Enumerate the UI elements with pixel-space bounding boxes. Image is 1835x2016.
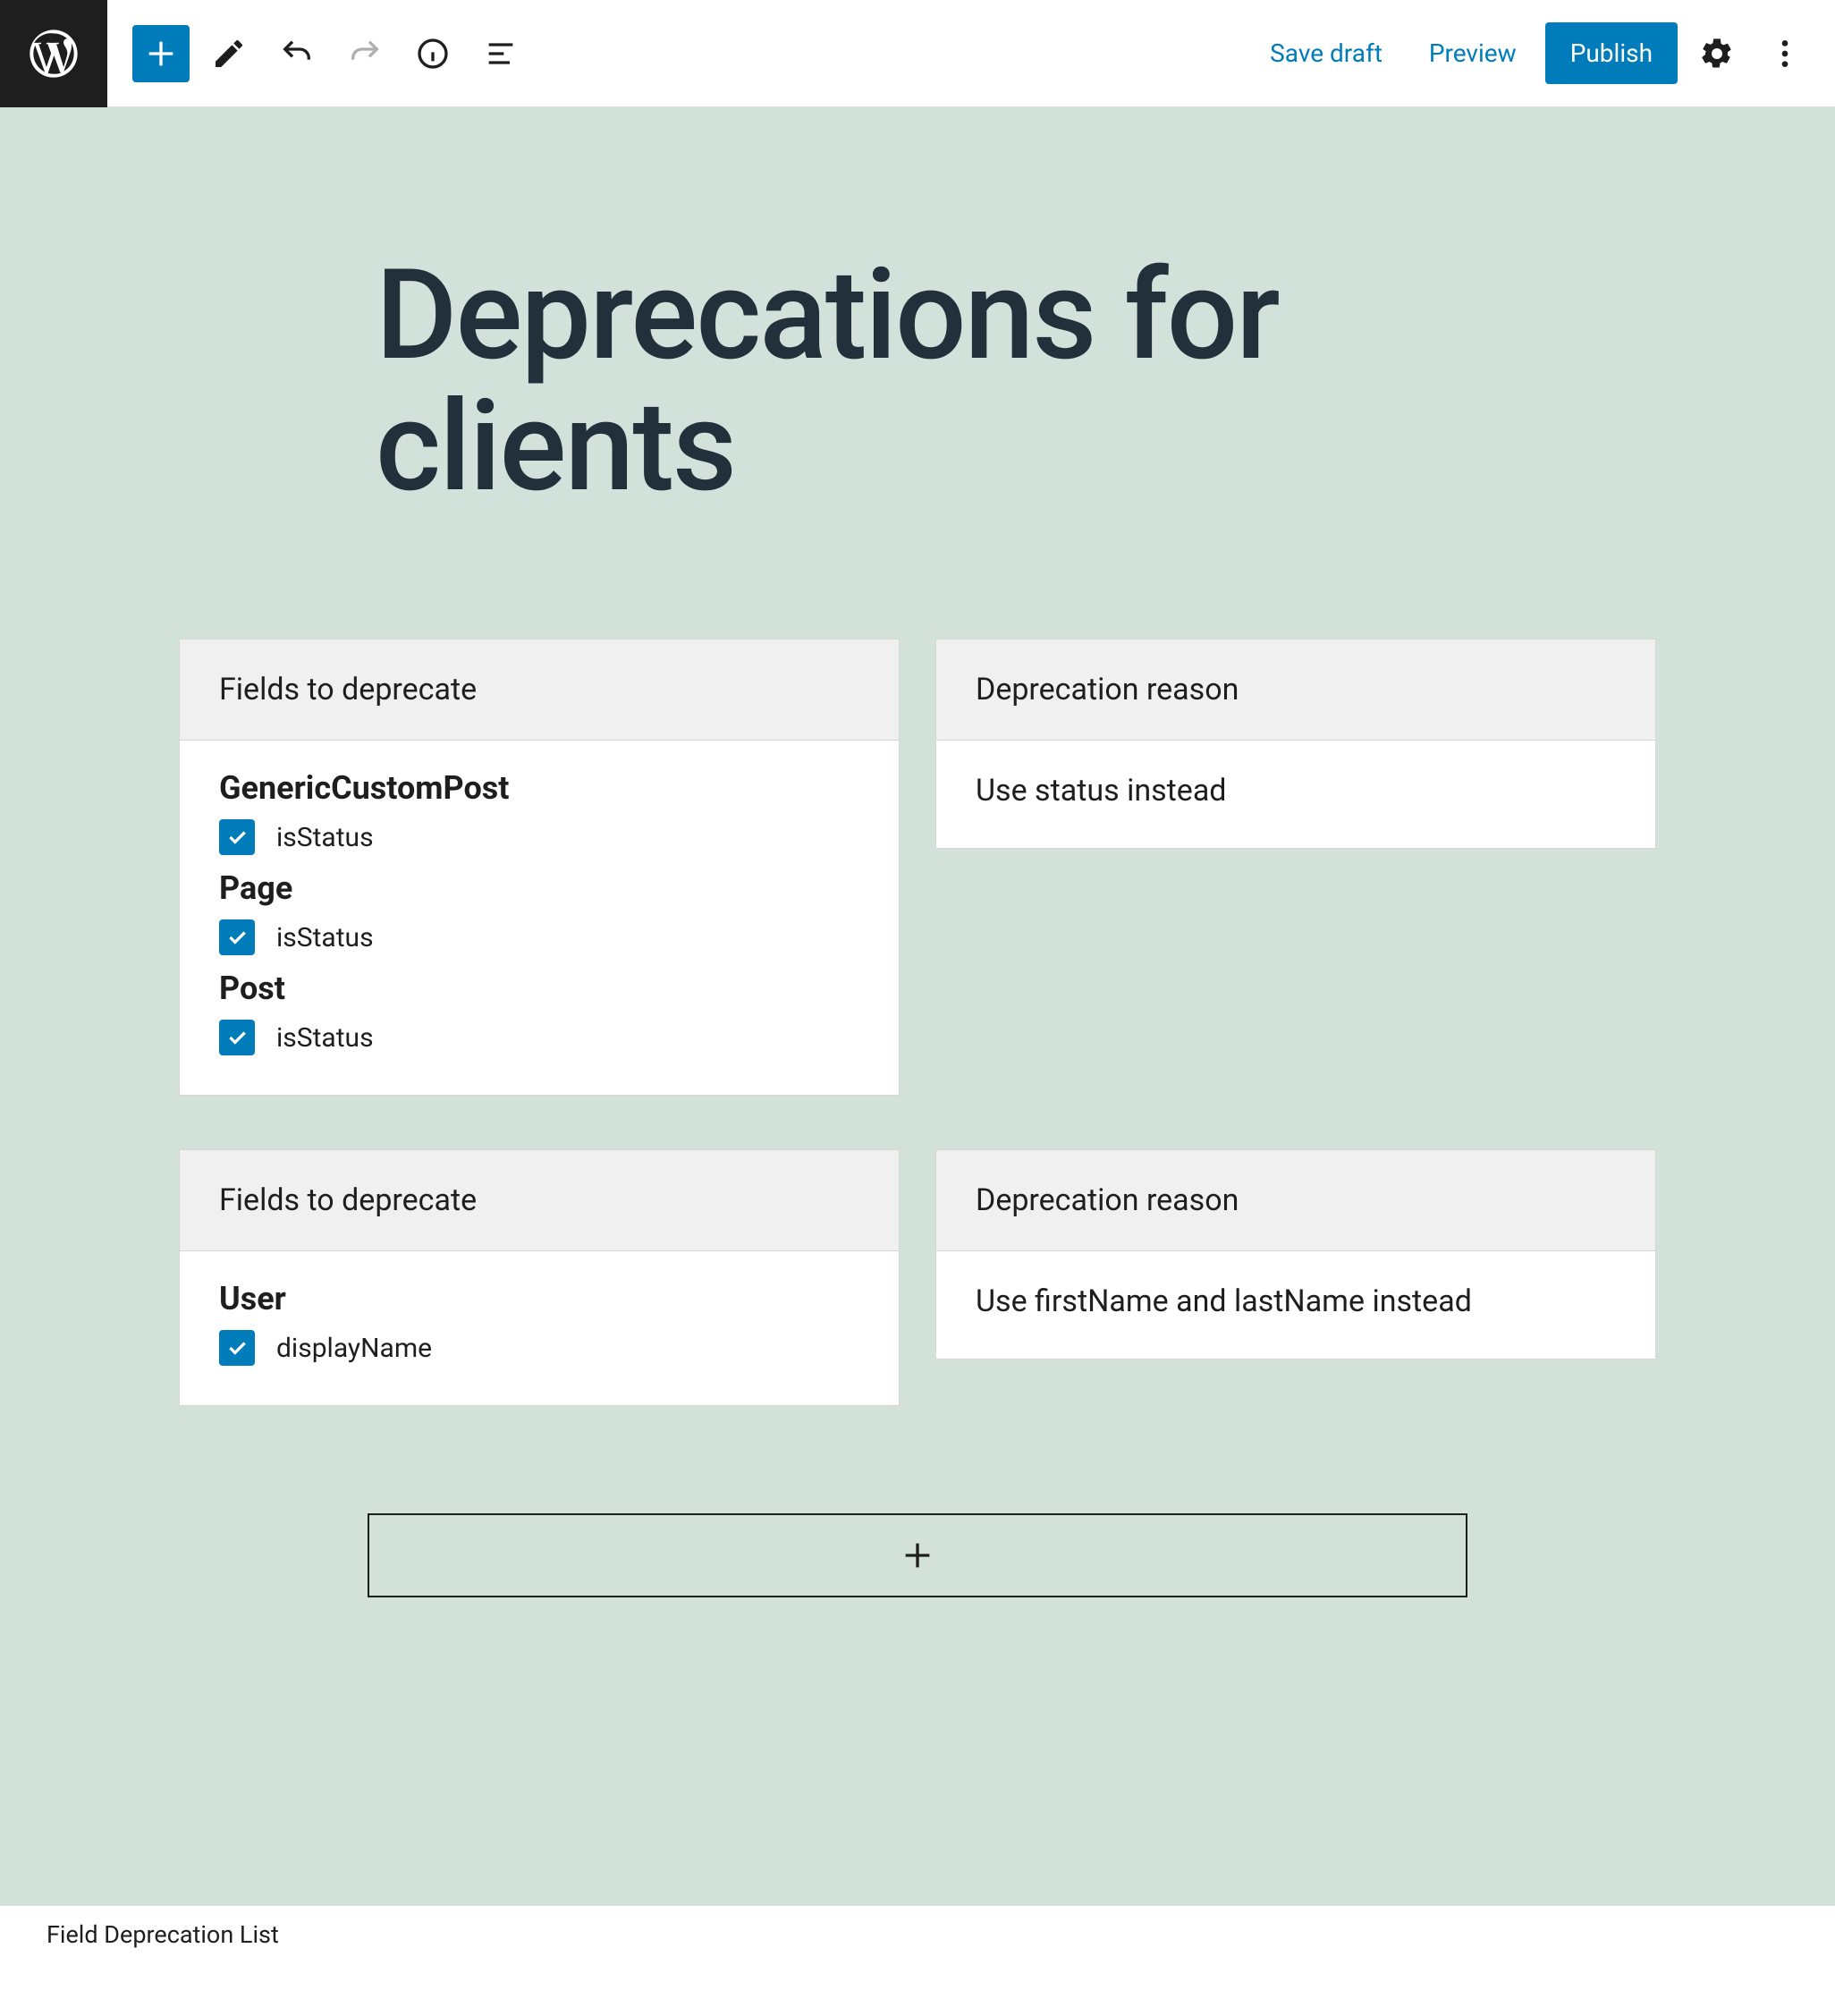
gear-icon bbox=[1699, 36, 1735, 72]
outline-button[interactable] bbox=[472, 25, 529, 82]
page-title[interactable]: Deprecations for clients bbox=[376, 250, 1656, 513]
deprecation-block: Fields to deprecate GenericCustomPost is… bbox=[179, 639, 1656, 1096]
check-icon bbox=[225, 1026, 249, 1049]
blocks-container: Fields to deprecate GenericCustomPost is… bbox=[179, 639, 1656, 1597]
settings-button[interactable] bbox=[1688, 25, 1746, 82]
reason-card[interactable]: Deprecation reason Use status instead bbox=[935, 639, 1656, 849]
card-body: User displayName bbox=[180, 1251, 899, 1405]
field-name: isStatus bbox=[276, 822, 374, 853]
field-checkbox[interactable] bbox=[219, 919, 255, 955]
wordpress-icon bbox=[25, 25, 82, 82]
field-name: isStatus bbox=[276, 1022, 374, 1054]
card-header: Deprecation reason bbox=[936, 1150, 1655, 1251]
list-icon bbox=[483, 36, 519, 72]
info-button[interactable] bbox=[404, 25, 461, 82]
plus-icon bbox=[143, 36, 179, 72]
field-checkbox[interactable] bbox=[219, 819, 255, 855]
redo-button[interactable] bbox=[336, 25, 393, 82]
add-block-appender[interactable] bbox=[368, 1513, 1467, 1597]
card-header: Fields to deprecate bbox=[180, 640, 899, 741]
block-breadcrumb: Field Deprecation List bbox=[0, 1905, 1835, 1962]
dots-vertical-icon bbox=[1767, 36, 1803, 72]
field-checkbox[interactable] bbox=[219, 1020, 255, 1055]
reason-text: Use status instead bbox=[976, 766, 1616, 816]
undo-icon bbox=[279, 36, 315, 72]
more-options-button[interactable] bbox=[1756, 25, 1814, 82]
card-header: Deprecation reason bbox=[936, 640, 1655, 741]
field-row: isStatus bbox=[219, 919, 859, 955]
plus-icon bbox=[900, 1537, 935, 1573]
fields-card[interactable]: Fields to deprecate GenericCustomPost is… bbox=[179, 639, 900, 1096]
check-icon bbox=[225, 926, 249, 949]
undo-button[interactable] bbox=[268, 25, 326, 82]
editor-top-toolbar: Save draft Preview Publish bbox=[0, 0, 1835, 107]
card-body: Use status instead bbox=[936, 741, 1655, 848]
field-row: displayName bbox=[219, 1330, 859, 1366]
pencil-icon bbox=[211, 36, 247, 72]
reason-text: Use firstName and lastName instead bbox=[976, 1276, 1616, 1326]
field-row: isStatus bbox=[219, 819, 859, 855]
field-checkbox[interactable] bbox=[219, 1330, 255, 1366]
publish-button[interactable]: Publish bbox=[1545, 22, 1678, 84]
card-body: Use firstName and lastName instead bbox=[936, 1251, 1655, 1359]
type-name: Page bbox=[219, 869, 859, 907]
preview-button[interactable]: Preview bbox=[1411, 24, 1535, 82]
redo-icon bbox=[347, 36, 383, 72]
deprecation-block: Fields to deprecate User displayName Dep… bbox=[179, 1149, 1656, 1406]
reason-card[interactable]: Deprecation reason Use firstName and las… bbox=[935, 1149, 1656, 1360]
field-name: displayName bbox=[276, 1333, 432, 1364]
add-block-button[interactable] bbox=[132, 25, 190, 82]
info-icon bbox=[415, 36, 451, 72]
fields-card[interactable]: Fields to deprecate User displayName bbox=[179, 1149, 900, 1406]
save-draft-button[interactable]: Save draft bbox=[1252, 24, 1400, 82]
breadcrumb-item[interactable]: Field Deprecation List bbox=[47, 1920, 279, 1949]
edit-mode-button[interactable] bbox=[200, 25, 258, 82]
check-icon bbox=[225, 1336, 249, 1360]
check-icon bbox=[225, 826, 249, 849]
type-name: Post bbox=[219, 970, 859, 1007]
toolbar-right-group: Save draft Preview Publish bbox=[1252, 22, 1835, 84]
type-name: GenericCustomPost bbox=[219, 769, 859, 807]
wordpress-logo[interactable] bbox=[0, 0, 107, 107]
card-header: Fields to deprecate bbox=[180, 1150, 899, 1251]
type-name: User bbox=[219, 1280, 859, 1317]
editor-canvas: Deprecations for clients Fields to depre… bbox=[0, 107, 1835, 1905]
card-body: GenericCustomPost isStatus Page isStatus… bbox=[180, 741, 899, 1095]
field-row: isStatus bbox=[219, 1020, 859, 1055]
toolbar-left-group bbox=[107, 25, 529, 82]
field-name: isStatus bbox=[276, 922, 374, 953]
